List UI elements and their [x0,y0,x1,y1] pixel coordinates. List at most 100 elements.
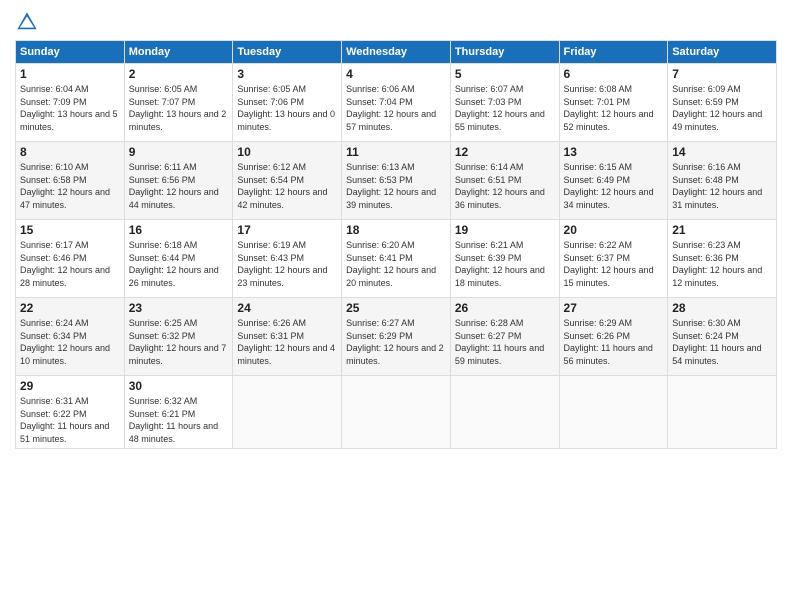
day-number: 30 [129,379,229,393]
day-number: 26 [455,301,555,315]
day-info: Sunrise: 6:31 AM Sunset: 6:22 PM Dayligh… [20,395,120,445]
calendar-cell: 24 Sunrise: 6:26 AM Sunset: 6:31 PM Dayl… [233,298,342,376]
day-info: Sunrise: 6:32 AM Sunset: 6:21 PM Dayligh… [129,395,229,445]
day-info: Sunrise: 6:08 AM Sunset: 7:01 PM Dayligh… [564,83,664,133]
day-info: Sunrise: 6:11 AM Sunset: 6:56 PM Dayligh… [129,161,229,211]
day-info: Sunrise: 6:12 AM Sunset: 6:54 PM Dayligh… [237,161,337,211]
calendar-cell [450,376,559,449]
page: SundayMondayTuesdayWednesdayThursdayFrid… [0,0,792,612]
calendar-cell: 1 Sunrise: 6:04 AM Sunset: 7:09 PM Dayli… [16,64,125,142]
calendar-cell [233,376,342,449]
logo [15,10,43,34]
day-number: 18 [346,223,446,237]
day-info: Sunrise: 6:05 AM Sunset: 7:06 PM Dayligh… [237,83,337,133]
day-header-wednesday: Wednesday [342,41,451,64]
day-number: 10 [237,145,337,159]
day-info: Sunrise: 6:05 AM Sunset: 7:07 PM Dayligh… [129,83,229,133]
day-info: Sunrise: 6:20 AM Sunset: 6:41 PM Dayligh… [346,239,446,289]
day-number: 27 [564,301,664,315]
calendar-cell: 8 Sunrise: 6:10 AM Sunset: 6:58 PM Dayli… [16,142,125,220]
day-number: 2 [129,67,229,81]
day-info: Sunrise: 6:29 AM Sunset: 6:26 PM Dayligh… [564,317,664,367]
day-info: Sunrise: 6:30 AM Sunset: 6:24 PM Dayligh… [672,317,772,367]
calendar-cell: 13 Sunrise: 6:15 AM Sunset: 6:49 PM Dayl… [559,142,668,220]
day-number: 8 [20,145,120,159]
day-info: Sunrise: 6:14 AM Sunset: 6:51 PM Dayligh… [455,161,555,211]
day-info: Sunrise: 6:06 AM Sunset: 7:04 PM Dayligh… [346,83,446,133]
day-number: 9 [129,145,229,159]
calendar-week-3: 15 Sunrise: 6:17 AM Sunset: 6:46 PM Dayl… [16,220,777,298]
day-info: Sunrise: 6:22 AM Sunset: 6:37 PM Dayligh… [564,239,664,289]
calendar-week-5: 29 Sunrise: 6:31 AM Sunset: 6:22 PM Dayl… [16,376,777,449]
day-info: Sunrise: 6:18 AM Sunset: 6:44 PM Dayligh… [129,239,229,289]
calendar-cell: 21 Sunrise: 6:23 AM Sunset: 6:36 PM Dayl… [668,220,777,298]
day-number: 1 [20,67,120,81]
day-info: Sunrise: 6:15 AM Sunset: 6:49 PM Dayligh… [564,161,664,211]
day-info: Sunrise: 6:19 AM Sunset: 6:43 PM Dayligh… [237,239,337,289]
day-info: Sunrise: 6:09 AM Sunset: 6:59 PM Dayligh… [672,83,772,133]
calendar-cell: 26 Sunrise: 6:28 AM Sunset: 6:27 PM Dayl… [450,298,559,376]
calendar-cell [559,376,668,449]
calendar-cell: 18 Sunrise: 6:20 AM Sunset: 6:41 PM Dayl… [342,220,451,298]
calendar-cell: 19 Sunrise: 6:21 AM Sunset: 6:39 PM Dayl… [450,220,559,298]
day-header-monday: Monday [124,41,233,64]
day-number: 28 [672,301,772,315]
calendar-cell: 14 Sunrise: 6:16 AM Sunset: 6:48 PM Dayl… [668,142,777,220]
calendar: SundayMondayTuesdayWednesdayThursdayFrid… [15,40,777,449]
day-number: 24 [237,301,337,315]
day-number: 4 [346,67,446,81]
day-number: 17 [237,223,337,237]
calendar-week-1: 1 Sunrise: 6:04 AM Sunset: 7:09 PM Dayli… [16,64,777,142]
day-header-friday: Friday [559,41,668,64]
calendar-cell: 20 Sunrise: 6:22 AM Sunset: 6:37 PM Dayl… [559,220,668,298]
calendar-cell: 7 Sunrise: 6:09 AM Sunset: 6:59 PM Dayli… [668,64,777,142]
calendar-header-row: SundayMondayTuesdayWednesdayThursdayFrid… [16,41,777,64]
day-info: Sunrise: 6:16 AM Sunset: 6:48 PM Dayligh… [672,161,772,211]
day-info: Sunrise: 6:17 AM Sunset: 6:46 PM Dayligh… [20,239,120,289]
calendar-cell: 9 Sunrise: 6:11 AM Sunset: 6:56 PM Dayli… [124,142,233,220]
day-number: 21 [672,223,772,237]
calendar-week-4: 22 Sunrise: 6:24 AM Sunset: 6:34 PM Dayl… [16,298,777,376]
calendar-cell: 23 Sunrise: 6:25 AM Sunset: 6:32 PM Dayl… [124,298,233,376]
calendar-cell: 29 Sunrise: 6:31 AM Sunset: 6:22 PM Dayl… [16,376,125,449]
calendar-cell: 27 Sunrise: 6:29 AM Sunset: 6:26 PM Dayl… [559,298,668,376]
calendar-cell: 30 Sunrise: 6:32 AM Sunset: 6:21 PM Dayl… [124,376,233,449]
day-number: 15 [20,223,120,237]
calendar-cell: 15 Sunrise: 6:17 AM Sunset: 6:46 PM Dayl… [16,220,125,298]
day-number: 14 [672,145,772,159]
calendar-week-2: 8 Sunrise: 6:10 AM Sunset: 6:58 PM Dayli… [16,142,777,220]
calendar-cell: 11 Sunrise: 6:13 AM Sunset: 6:53 PM Dayl… [342,142,451,220]
day-header-sunday: Sunday [16,41,125,64]
day-number: 3 [237,67,337,81]
day-number: 7 [672,67,772,81]
calendar-cell: 5 Sunrise: 6:07 AM Sunset: 7:03 PM Dayli… [450,64,559,142]
day-header-tuesday: Tuesday [233,41,342,64]
day-number: 29 [20,379,120,393]
day-number: 23 [129,301,229,315]
day-number: 6 [564,67,664,81]
day-info: Sunrise: 6:04 AM Sunset: 7:09 PM Dayligh… [20,83,120,133]
day-info: Sunrise: 6:28 AM Sunset: 6:27 PM Dayligh… [455,317,555,367]
day-number: 11 [346,145,446,159]
day-header-saturday: Saturday [668,41,777,64]
calendar-cell: 6 Sunrise: 6:08 AM Sunset: 7:01 PM Dayli… [559,64,668,142]
day-info: Sunrise: 6:25 AM Sunset: 6:32 PM Dayligh… [129,317,229,367]
day-info: Sunrise: 6:07 AM Sunset: 7:03 PM Dayligh… [455,83,555,133]
day-number: 19 [455,223,555,237]
day-info: Sunrise: 6:24 AM Sunset: 6:34 PM Dayligh… [20,317,120,367]
calendar-cell [668,376,777,449]
day-number: 20 [564,223,664,237]
day-info: Sunrise: 6:21 AM Sunset: 6:39 PM Dayligh… [455,239,555,289]
calendar-cell: 3 Sunrise: 6:05 AM Sunset: 7:06 PM Dayli… [233,64,342,142]
day-info: Sunrise: 6:13 AM Sunset: 6:53 PM Dayligh… [346,161,446,211]
calendar-cell: 12 Sunrise: 6:14 AM Sunset: 6:51 PM Dayl… [450,142,559,220]
day-info: Sunrise: 6:10 AM Sunset: 6:58 PM Dayligh… [20,161,120,211]
day-info: Sunrise: 6:27 AM Sunset: 6:29 PM Dayligh… [346,317,446,367]
calendar-cell: 25 Sunrise: 6:27 AM Sunset: 6:29 PM Dayl… [342,298,451,376]
day-number: 25 [346,301,446,315]
calendar-cell: 17 Sunrise: 6:19 AM Sunset: 6:43 PM Dayl… [233,220,342,298]
logo-icon [15,10,39,34]
day-header-thursday: Thursday [450,41,559,64]
calendar-cell: 2 Sunrise: 6:05 AM Sunset: 7:07 PM Dayli… [124,64,233,142]
calendar-cell [342,376,451,449]
